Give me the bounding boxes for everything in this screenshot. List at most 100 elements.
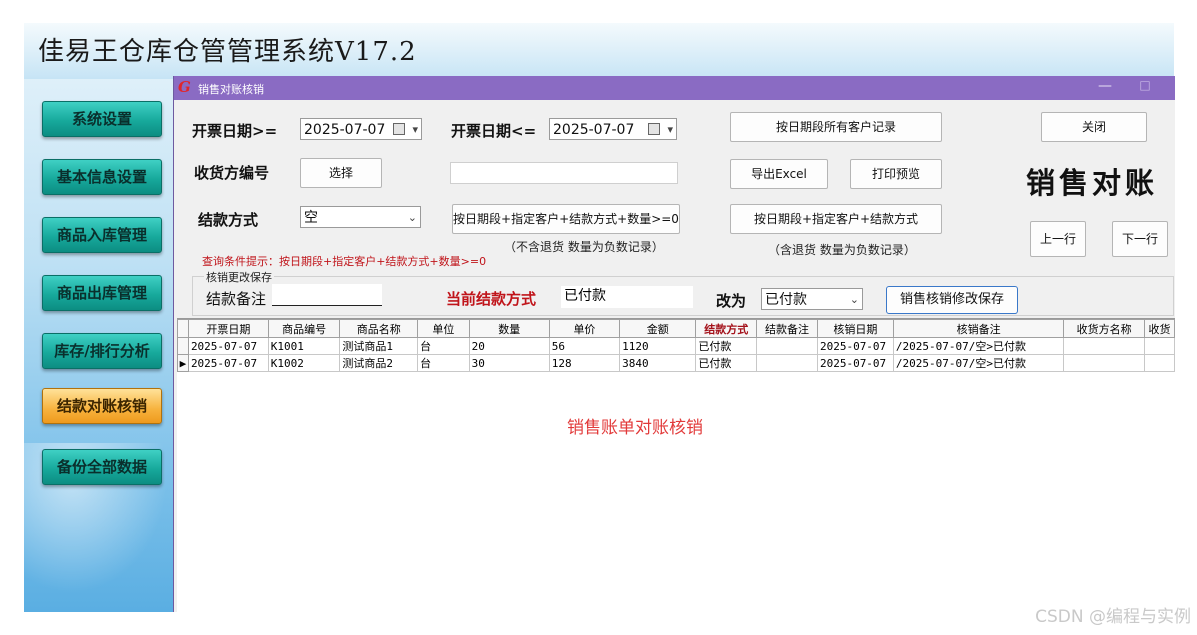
col-header[interactable]: 开票日期 bbox=[187, 319, 269, 338]
maximize-icon[interactable]: □ bbox=[1134, 78, 1156, 98]
table-cell[interactable]: K1002 bbox=[267, 354, 341, 372]
data-grid: 开票日期 商品编号 商品名称 单位 数量 单价 金额 结款方式 结款备注 核销日… bbox=[177, 318, 1175, 613]
save-change-button[interactable]: 销售核销修改保存 bbox=[886, 286, 1018, 314]
watermark: CSDN @编程与实例 bbox=[1035, 607, 1191, 627]
calendar-icon bbox=[648, 123, 660, 135]
receiver-code-input[interactable] bbox=[450, 162, 678, 184]
next-row-button[interactable]: 下一行 bbox=[1112, 221, 1168, 257]
note-including-returns: （含退货 数量为负数记录） bbox=[768, 243, 916, 257]
nav-inventory-ranking-button[interactable]: 库存/排行分析 bbox=[42, 333, 162, 369]
table-cell[interactable] bbox=[756, 337, 818, 355]
table-row[interactable]: ▶ 2025-07-07 K1002 测试商品2 台 30 128 3840 已… bbox=[177, 354, 1175, 372]
print-preview-button[interactable]: 打印预览 bbox=[850, 159, 942, 189]
window-title-bar: G 销售对账核销 — □ bbox=[174, 76, 1175, 100]
query-all-button[interactable]: 按日期段+指定客户+结款方式 bbox=[730, 204, 942, 234]
payment-method-value: 空 bbox=[304, 210, 318, 226]
date-to-value: 2025-07-07 bbox=[553, 122, 635, 138]
table-cell[interactable]: 已付款 bbox=[695, 337, 758, 355]
query-qty-button[interactable]: 按日期段+指定客户+结款方式+数量>=0 bbox=[452, 204, 680, 234]
table-cell[interactable]: 2025-07-07 bbox=[187, 354, 269, 372]
nav-backup-button[interactable]: 备份全部数据 bbox=[42, 449, 162, 485]
current-row-arrow-icon: ▶ bbox=[179, 356, 187, 370]
table-cell[interactable]: 2025-07-07 bbox=[187, 337, 269, 355]
date-from-value: 2025-07-07 bbox=[304, 122, 386, 138]
col-header[interactable]: 单位 bbox=[417, 319, 470, 338]
close-button[interactable]: 关闭 bbox=[1041, 112, 1147, 142]
remark-input[interactable] bbox=[272, 284, 382, 306]
col-header[interactable]: 核销备注 bbox=[892, 319, 1065, 338]
reconciliation-window: G 销售对账核销 — □ 开票日期>= 2025-07-07 ▾ 开票日期<= … bbox=[173, 76, 1175, 613]
table-cell[interactable]: 2025-07-07 bbox=[816, 354, 894, 372]
change-to-label: 改为 bbox=[716, 292, 747, 310]
nav-stock-out-button[interactable]: 商品出库管理 bbox=[42, 275, 162, 311]
window-title: 销售对账核销 bbox=[198, 83, 264, 96]
all-customers-button[interactable]: 按日期段所有客户记录 bbox=[730, 112, 942, 142]
change-to-select[interactable]: 已付款 ⌄ bbox=[761, 288, 863, 310]
nav-system-settings-button[interactable]: 系统设置 bbox=[42, 101, 162, 137]
export-excel-button[interactable]: 导出Excel bbox=[730, 159, 828, 189]
table-cell[interactable]: 测试商品2 bbox=[339, 354, 419, 372]
col-header[interactable]: 收货 bbox=[1143, 319, 1175, 338]
app-title: 佳易王仓库仓管管理系统V17.2 bbox=[38, 37, 417, 67]
col-header[interactable]: 商品编号 bbox=[267, 319, 341, 338]
table-cell[interactable]: 30 bbox=[468, 354, 550, 372]
chevron-down-icon: ▾ bbox=[667, 123, 673, 136]
col-header[interactable]: 核销日期 bbox=[816, 319, 894, 338]
chevron-down-icon: ▾ bbox=[412, 123, 418, 136]
change-to-value: 已付款 bbox=[765, 292, 807, 308]
note-excluding-returns: （不含退货 数量为负数记录） bbox=[504, 240, 664, 254]
chevron-down-icon: ⌄ bbox=[849, 293, 859, 306]
table-cell[interactable]: 已付款 bbox=[695, 354, 758, 372]
minimize-icon[interactable]: — bbox=[1094, 78, 1116, 98]
table-cell[interactable]: K1001 bbox=[267, 337, 341, 355]
date-from-picker[interactable]: 2025-07-07 ▾ bbox=[300, 118, 422, 140]
table-cell[interactable]: 20 bbox=[468, 337, 550, 355]
col-header[interactable]: 结款备注 bbox=[756, 319, 818, 338]
current-method-value: 已付款 bbox=[561, 286, 693, 308]
col-header[interactable]: 商品名称 bbox=[339, 319, 419, 338]
table-cell[interactable] bbox=[1063, 337, 1145, 355]
table-cell[interactable] bbox=[1143, 337, 1175, 355]
col-header[interactable]: 数量 bbox=[468, 319, 550, 338]
date-to-picker[interactable]: 2025-07-07 ▾ bbox=[549, 118, 677, 140]
table-cell[interactable]: /2025-07-07/空>已付款 bbox=[892, 337, 1065, 355]
row-selector[interactable] bbox=[177, 337, 189, 355]
date-to-label: 开票日期<= bbox=[451, 122, 537, 140]
table-cell[interactable] bbox=[756, 354, 818, 372]
grid-center-note: 销售账单对账核销 bbox=[567, 418, 703, 438]
payment-method-select[interactable]: 空 ⌄ bbox=[300, 206, 421, 228]
col-header[interactable]: 金额 bbox=[619, 319, 697, 338]
table-cell[interactable]: 1120 bbox=[619, 337, 697, 355]
table-row[interactable]: 2025-07-07 K1001 测试商品1 台 20 56 1120 已付款 … bbox=[177, 337, 1175, 355]
nav-basic-info-button[interactable]: 基本信息设置 bbox=[42, 159, 162, 195]
app-title-bar: 佳易王仓库仓管管理系统V17.2 bbox=[24, 23, 1174, 79]
table-cell[interactable]: 2025-07-07 bbox=[816, 337, 894, 355]
receiver-code-label: 收货方编号 bbox=[194, 164, 270, 182]
col-header[interactable]: 单价 bbox=[548, 319, 621, 338]
table-cell[interactable]: 测试商品1 bbox=[339, 337, 419, 355]
date-from-label: 开票日期>= bbox=[192, 122, 278, 140]
remark-label: 结款备注 bbox=[206, 290, 267, 308]
table-cell[interactable]: 台 bbox=[417, 354, 470, 372]
table-cell[interactable] bbox=[1063, 354, 1145, 372]
table-cell[interactable] bbox=[1143, 354, 1175, 372]
col-header[interactable]: 结款方式 bbox=[695, 319, 758, 338]
grid-table: 开票日期 商品编号 商品名称 单位 数量 单价 金额 结款方式 结款备注 核销日… bbox=[177, 319, 1175, 372]
app-logo-icon: G bbox=[178, 78, 191, 96]
table-cell[interactable]: /2025-07-07/空>已付款 bbox=[892, 354, 1065, 372]
table-cell[interactable]: 128 bbox=[548, 354, 621, 372]
edit-save-legend: 核销更改保存 bbox=[204, 269, 274, 285]
row-selector[interactable]: ▶ bbox=[177, 354, 189, 372]
grid-header-row: 开票日期 商品编号 商品名称 单位 数量 单价 金额 结款方式 结款备注 核销日… bbox=[177, 319, 1175, 338]
nav-reconciliation-button[interactable]: 结款对账核销 bbox=[42, 388, 162, 424]
payment-method-label: 结款方式 bbox=[198, 211, 259, 229]
table-cell[interactable]: 台 bbox=[417, 337, 470, 355]
nav-stock-in-button[interactable]: 商品入库管理 bbox=[42, 217, 162, 253]
prev-row-button[interactable]: 上一行 bbox=[1030, 221, 1086, 257]
col-header[interactable]: 收货方名称 bbox=[1063, 319, 1145, 338]
choose-button[interactable]: 选择 bbox=[300, 158, 382, 188]
table-cell[interactable]: 3840 bbox=[619, 354, 697, 372]
table-cell[interactable]: 56 bbox=[548, 337, 621, 355]
grid-corner bbox=[177, 319, 189, 338]
current-method-label: 当前结款方式 bbox=[446, 290, 537, 308]
